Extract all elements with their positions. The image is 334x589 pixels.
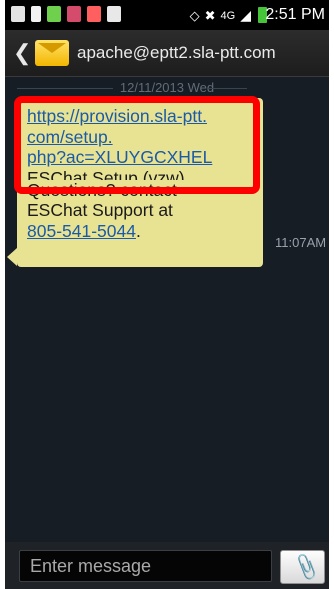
phone-line: 805-541-5044. — [27, 221, 259, 242]
phone-link[interactable]: 805-541-5044 — [27, 221, 136, 241]
paperclip-icon: 📎 — [290, 553, 322, 583]
message-time: 11:07AM — [275, 235, 327, 250]
contact-title[interactable]: apache@eptt2.sla-ptt.com — [77, 43, 276, 63]
message-body-line-2: ESChat Support at — [27, 200, 173, 220]
android-icon — [47, 6, 61, 22]
status-bar: ◇ ✖ 4G ◢ 2:51 PM — [5, 0, 329, 30]
bubble-tail — [7, 248, 17, 266]
missed-call-icon — [87, 6, 101, 22]
app-icon — [67, 6, 81, 22]
notification-icons — [11, 6, 121, 22]
link-highlight-box — [14, 96, 260, 194]
email-icon — [107, 6, 121, 22]
envelope-icon[interactable] — [35, 40, 69, 66]
attach-button[interactable]: 📎 — [280, 550, 325, 584]
conversation-header: ❮ apache@eptt2.sla-ptt.com — [5, 30, 329, 77]
system-icons: ◇ ✖ 4G ◢ — [190, 7, 251, 24]
usb-icon — [31, 6, 41, 22]
signal-icon: ◢ — [240, 7, 251, 23]
phone-suffix: . — [135, 220, 141, 241]
nfc-icon: ◇ — [189, 7, 200, 23]
compose-bar: 📎 — [5, 542, 329, 589]
message-icon — [11, 6, 25, 22]
message-input[interactable] — [19, 550, 272, 582]
chevron-left-icon[interactable]: ❮ — [13, 40, 31, 66]
date-divider: 12/11/2013 Wed — [5, 80, 329, 95]
mute-icon: ✖ — [204, 7, 216, 23]
status-time: 2:51 PM — [265, 6, 325, 23]
lte-icon: 4G — [220, 9, 236, 22]
